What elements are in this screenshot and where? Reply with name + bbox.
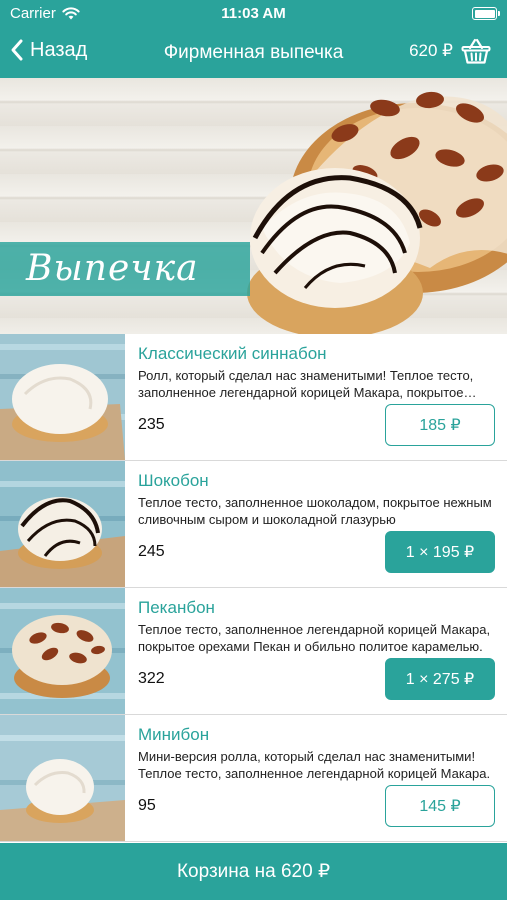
product-image <box>0 461 125 587</box>
product-list: Классический синнабон Ролл, который сдел… <box>0 334 507 842</box>
nav-bar: Назад Фирменная выпечка 620 ₽ <box>0 28 507 78</box>
battery-icon <box>472 7 500 20</box>
product-description: Ролл, который сделал нас знаменитыми! Те… <box>138 368 474 400</box>
product-row-chocobon[interactable]: Шокобон Теплое тесто, заполненное шокола… <box>0 461 507 588</box>
product-image <box>0 588 125 714</box>
product-row-pecanbon[interactable]: Пеканбон Теплое тесто, заполненное леген… <box>0 588 507 715</box>
product-weight: 245 <box>138 543 165 560</box>
product-name: Шокобон <box>138 471 209 490</box>
product-name: Пеканбон <box>138 598 215 617</box>
add-to-cart-button[interactable]: 185 ₽ <box>385 404 495 446</box>
product-image <box>0 334 125 460</box>
add-to-cart-button[interactable]: 145 ₽ <box>385 785 495 827</box>
product-row-classic[interactable]: Классический синнабон Ролл, который сдел… <box>0 334 507 461</box>
cart-nav-button[interactable]: 620 ₽ <box>409 37 491 65</box>
product-image <box>0 715 125 841</box>
product-weight: 322 <box>138 670 165 687</box>
status-bar: Carrier 11:03 AM <box>0 0 507 28</box>
chevron-left-icon <box>11 39 23 61</box>
category-banner: Выпечка <box>0 78 507 334</box>
status-time: 11:03 AM <box>221 5 286 22</box>
banner-label: Выпечка <box>26 248 199 289</box>
product-description: Теплое тесто, заполненное легендарной ко… <box>138 622 491 654</box>
product-description: Теплое тесто, заполненное шоколадом, пок… <box>138 495 492 527</box>
product-name: Минибон <box>138 725 210 744</box>
back-button[interactable]: Назад <box>10 38 87 62</box>
cart-total: 620 ₽ <box>409 41 453 60</box>
product-weight: 235 <box>138 416 165 433</box>
basket-icon <box>461 38 491 64</box>
banner-label-strip: Выпечка <box>0 242 250 296</box>
cart-quantity-button[interactable]: 1 × 195 ₽ <box>385 531 495 573</box>
cart-quantity-button[interactable]: 1 × 275 ₽ <box>385 658 495 700</box>
product-description: Мини-версия ролла, который сделал нас зн… <box>138 749 491 781</box>
product-weight: 95 <box>138 797 156 814</box>
product-name: Классический синнабон <box>138 344 327 363</box>
cart-checkout-button[interactable]: Корзина на 620 ₽ <box>0 843 507 900</box>
product-row-minibon[interactable]: Минибон Мини-версия ролла, который сдела… <box>0 715 507 842</box>
cart-checkout-label: Корзина на 620 ₽ <box>176 861 331 882</box>
back-label: Назад <box>30 38 88 61</box>
